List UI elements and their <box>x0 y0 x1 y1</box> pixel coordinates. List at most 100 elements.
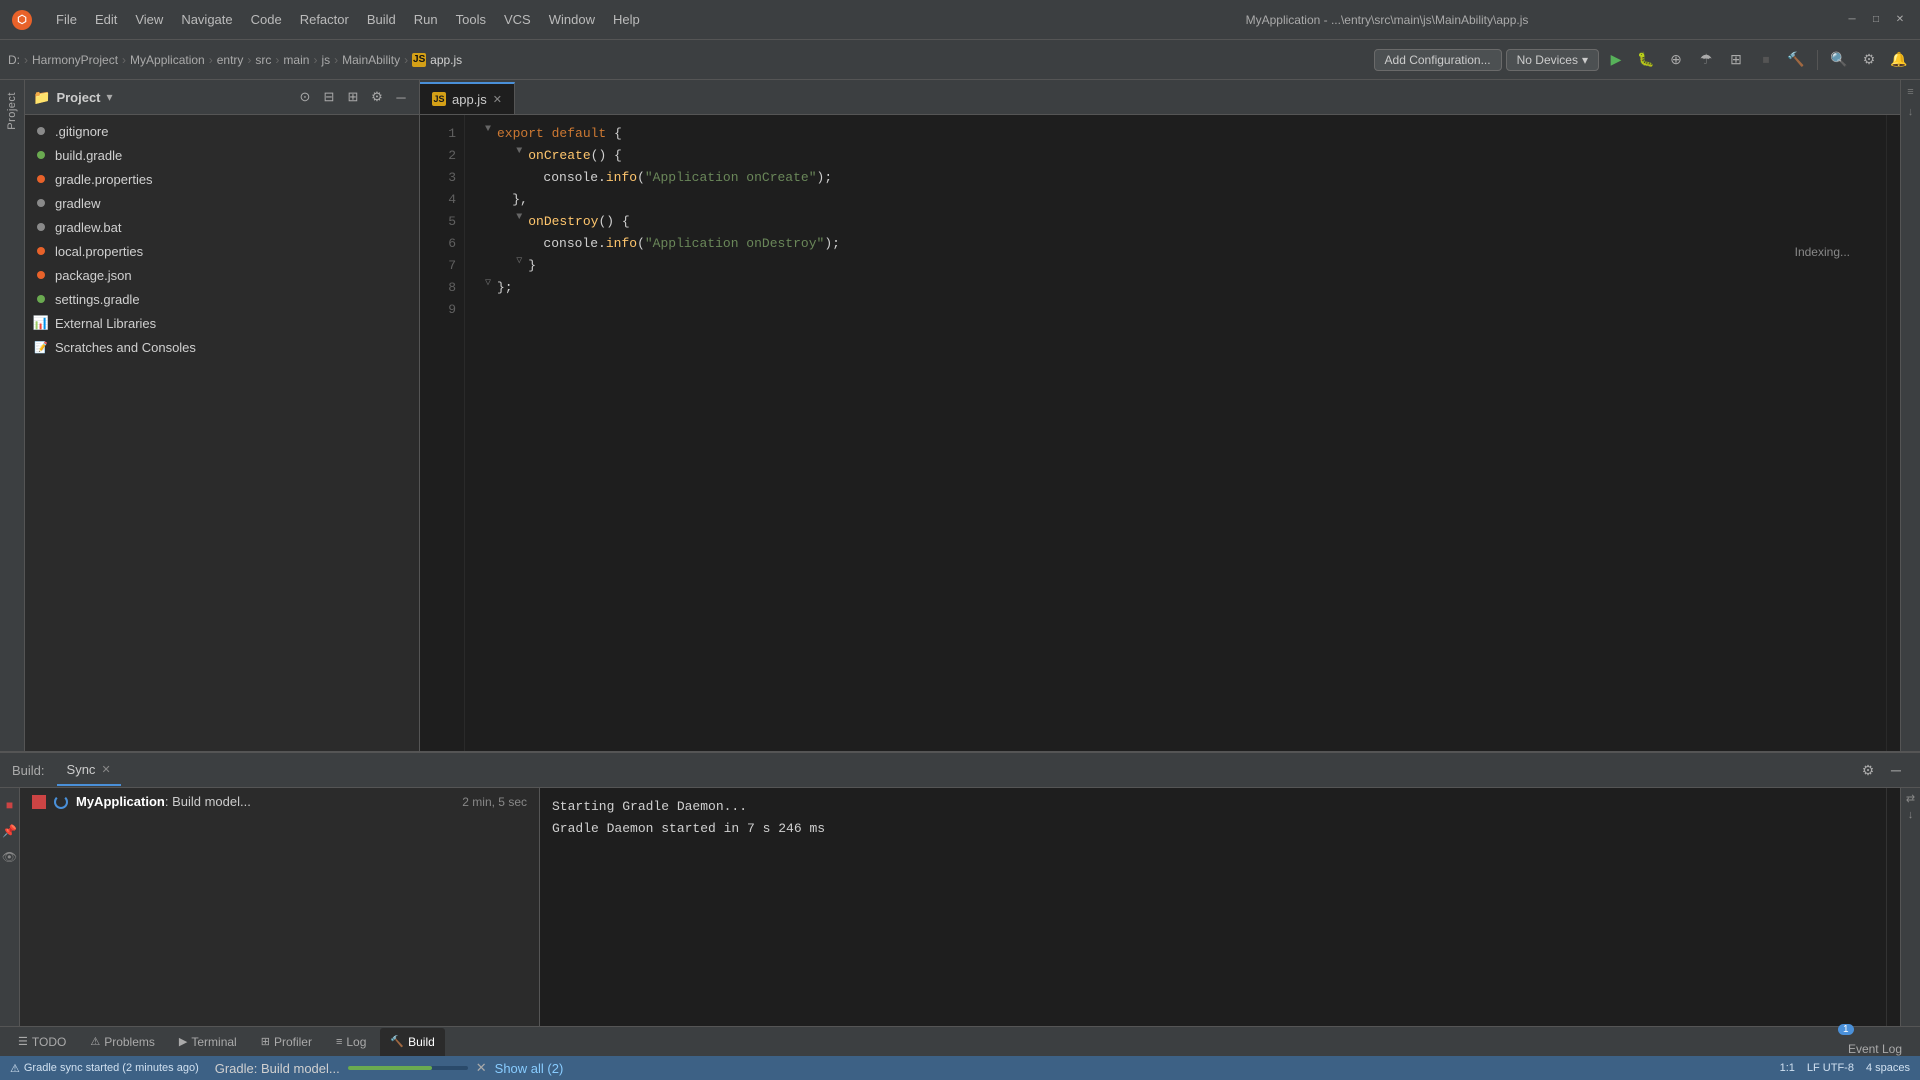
tree-item-local-properties[interactable]: local.properties <box>25 239 419 263</box>
collapse-all-button[interactable]: ⊟ <box>319 87 339 107</box>
run-button[interactable]: ▶ <box>1603 47 1629 73</box>
breadcrumb-myapp[interactable]: MyApplication <box>130 53 205 67</box>
menu-vcs[interactable]: VCS <box>496 9 539 30</box>
menu-build[interactable]: Build <box>359 9 404 30</box>
minimize-button[interactable]: ─ <box>1844 12 1860 28</box>
tab-terminal[interactable]: ▶ Terminal <box>169 1028 247 1056</box>
tree-item-package-json[interactable]: package.json <box>25 263 419 287</box>
bottom-minimize-button[interactable]: ─ <box>1884 758 1908 782</box>
project-dropdown-arrow[interactable]: ▾ <box>107 90 113 104</box>
notifications-button[interactable]: 🔔 <box>1886 47 1912 73</box>
settings-button[interactable]: ⚙ <box>1856 47 1882 73</box>
breadcrumb-main[interactable]: main <box>283 53 309 67</box>
menu-run[interactable]: Run <box>406 9 446 30</box>
menu-file[interactable]: File <box>48 9 85 30</box>
breadcrumb-d[interactable]: D: <box>8 53 20 67</box>
stop-button[interactable]: ⏹ <box>1753 47 1779 73</box>
editor-tab-appjs[interactable]: JS app.js ✕ <box>420 82 515 114</box>
cursor-position[interactable]: 1:1 <box>1780 1062 1795 1074</box>
show-all-link[interactable]: Show all (2) <box>495 1061 564 1076</box>
tree-item-gradlew[interactable]: gradlew <box>25 191 419 215</box>
tree-item-gradlew-bat[interactable]: gradlew.bat <box>25 215 419 239</box>
cancel-progress-button[interactable]: ✕ <box>476 1060 487 1076</box>
stop-icon[interactable]: ■ <box>1 796 19 814</box>
breadcrumb-mainability[interactable]: MainAbility <box>342 53 400 67</box>
tab-build[interactable]: 🔨 Build <box>380 1028 444 1056</box>
right-panel-icon-1[interactable]: ≡ <box>1903 86 1919 102</box>
menu-navigate[interactable]: Navigate <box>173 9 240 30</box>
profile-button[interactable]: ⊞ <box>1723 47 1749 73</box>
breadcrumb-js[interactable]: js <box>321 53 330 67</box>
project-sidebar-label[interactable]: Project <box>4 86 20 136</box>
menu-help[interactable]: Help <box>605 9 648 30</box>
log-scroll-end-button[interactable]: ↓ <box>1908 809 1914 821</box>
event-log-badge: 1 <box>1838 1024 1854 1035</box>
sync-tab-close[interactable]: ✕ <box>101 763 110 776</box>
log-scrollbar[interactable] <box>1886 788 1900 1026</box>
bottom-settings-button[interactable]: ⚙ <box>1856 758 1880 782</box>
code-content[interactable]: ▼ export default { ▼ onCreate() { consol… <box>465 115 1886 751</box>
tree-item-gitignore[interactable]: .gitignore <box>25 119 419 143</box>
menu-tools[interactable]: Tools <box>448 9 494 30</box>
breadcrumb-file[interactable]: app.js <box>430 53 462 67</box>
menu-code[interactable]: Code <box>243 9 290 30</box>
indexing-status: Indexing... <box>1795 245 1850 259</box>
breadcrumb-src[interactable]: src <box>255 53 271 67</box>
editor-scrollbar[interactable] <box>1886 115 1900 751</box>
tab-profiler[interactable]: ⊞ Profiler <box>251 1028 322 1056</box>
fold-icon-2[interactable]: ▼ <box>512 145 526 159</box>
fold-icon-8[interactable]: ▽ <box>481 277 495 291</box>
sync-tab[interactable]: Sync ✕ <box>57 754 121 786</box>
project-title[interactable]: Project <box>56 90 100 105</box>
eye-icon[interactable]: 👁 <box>1 848 19 866</box>
maximize-button[interactable]: □ <box>1868 12 1884 28</box>
log-line-1: Starting Gradle Daemon... <box>552 796 1874 818</box>
tree-item-scratches[interactable]: 📝 Scratches and Consoles <box>25 335 419 359</box>
tab-todo[interactable]: ☰ TODO <box>8 1028 76 1056</box>
coverage-button[interactable]: ☂ <box>1693 47 1719 73</box>
build-button[interactable]: 🔨 <box>1783 47 1809 73</box>
close-button[interactable]: ✕ <box>1892 12 1908 28</box>
menu-view[interactable]: View <box>127 9 171 30</box>
js-file-icon: JS <box>432 92 446 106</box>
tree-item-gradle-properties[interactable]: gradle.properties <box>25 167 419 191</box>
status-gradle-text[interactable]: Gradle sync started (2 minutes ago) <box>24 1062 199 1074</box>
debug-button[interactable]: 🐛 <box>1633 47 1659 73</box>
locate-in-tree-button[interactable]: ⊙ <box>295 87 315 107</box>
line-numbers: 1 2 3 4 5 6 7 8 9 <box>420 115 465 751</box>
fold-icon-7[interactable]: ▽ <box>512 255 526 269</box>
tree-item-label-gradlew-bat: gradlew.bat <box>55 220 122 235</box>
tab-problems[interactable]: ⚠ Problems <box>80 1028 165 1056</box>
build-list: MyApplication: Build model... 2 min, 5 s… <box>20 788 540 1026</box>
build-list-item[interactable]: MyApplication: Build model... 2 min, 5 s… <box>20 788 539 815</box>
project-settings-button[interactable]: ⚙ <box>367 87 387 107</box>
pin-icon[interactable]: 📌 <box>1 822 19 840</box>
add-configuration-button[interactable]: Add Configuration... <box>1374 49 1502 71</box>
tab-build-label: Build <box>408 1035 435 1049</box>
file-icon-settings-gradle <box>33 291 49 307</box>
indent-setting[interactable]: 4 spaces <box>1866 1062 1910 1074</box>
app-logo: ⬡ <box>12 10 32 30</box>
stop-task-button[interactable] <box>32 795 46 809</box>
search-everywhere-button[interactable]: 🔍 <box>1826 47 1852 73</box>
tree-item-external-libraries[interactable]: 📊 External Libraries <box>25 311 419 335</box>
menu-edit[interactable]: Edit <box>87 9 125 30</box>
fold-icon-1[interactable]: ▼ <box>481 123 495 137</box>
line-ending[interactable]: LF UTF-8 <box>1807 1062 1854 1074</box>
log-wrap-button[interactable]: ⇄ <box>1906 792 1915 805</box>
code-line-4: }, <box>481 189 1870 211</box>
menu-refactor[interactable]: Refactor <box>292 9 357 30</box>
expand-all-button[interactable]: ⊞ <box>343 87 363 107</box>
tab-close-button[interactable]: ✕ <box>493 93 502 106</box>
fold-icon-5[interactable]: ▼ <box>512 211 526 225</box>
tab-log[interactable]: ≡ Log <box>326 1028 376 1056</box>
attach-debug-button[interactable]: ⊕ <box>1663 47 1689 73</box>
right-panel-icon-2[interactable]: ↓ <box>1903 106 1919 122</box>
no-devices-dropdown[interactable]: No Devices ▾ <box>1506 49 1599 71</box>
tree-item-settings-gradle[interactable]: settings.gradle <box>25 287 419 311</box>
project-close-button[interactable]: ─ <box>391 87 411 107</box>
tree-item-build-gradle[interactable]: build.gradle <box>25 143 419 167</box>
breadcrumb-harmony[interactable]: HarmonyProject <box>32 53 118 67</box>
breadcrumb-entry[interactable]: entry <box>217 53 244 67</box>
menu-window[interactable]: Window <box>541 9 603 30</box>
